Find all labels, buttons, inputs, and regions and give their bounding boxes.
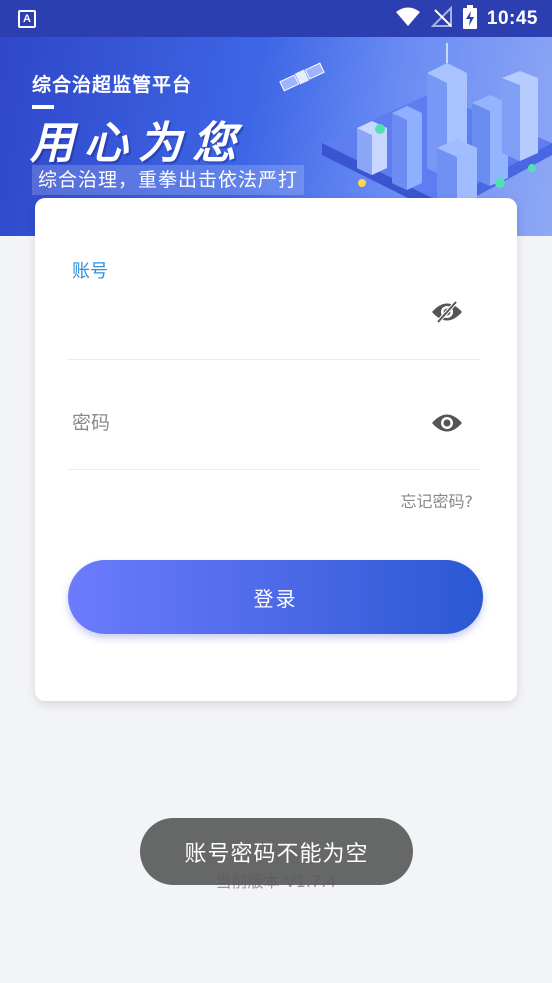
account-label: 账号 bbox=[72, 261, 108, 282]
status-bar: A 10:45 bbox=[0, 0, 552, 37]
no-signal-icon bbox=[430, 5, 453, 32]
login-card: 账号 忘记密码? 登录 bbox=[35, 198, 517, 701]
wifi-icon bbox=[395, 7, 421, 31]
forgot-password-link[interactable]: 忘记密码? bbox=[401, 488, 474, 512]
account-divider bbox=[67, 359, 481, 360]
toast-message: 账号密码不能为空 bbox=[140, 818, 413, 885]
battery-charging-icon bbox=[462, 4, 477, 33]
clock: 10:45 bbox=[486, 7, 538, 29]
banner-slogan: 用心为您 bbox=[30, 118, 246, 169]
account-visibility-toggle[interactable] bbox=[429, 294, 465, 330]
eye-icon bbox=[432, 414, 462, 432]
account-input[interactable] bbox=[72, 296, 417, 328]
app-notification-icon: A bbox=[18, 9, 36, 28]
password-visibility-toggle[interactable] bbox=[429, 405, 465, 441]
password-divider bbox=[67, 469, 481, 470]
password-input[interactable] bbox=[72, 407, 417, 439]
eye-off-icon bbox=[432, 301, 462, 323]
login-button[interactable]: 登录 bbox=[68, 560, 483, 634]
platform-title: 综合治超监管平台 bbox=[32, 74, 193, 96]
